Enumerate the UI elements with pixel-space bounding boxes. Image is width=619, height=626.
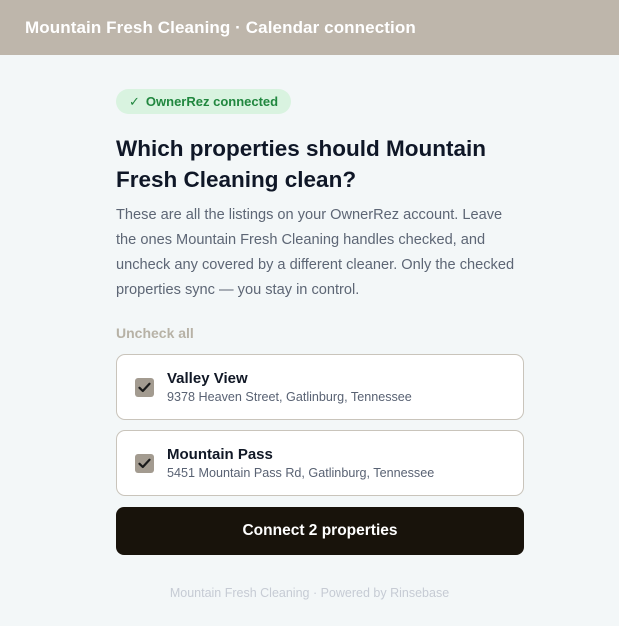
- uncheck-all-link[interactable]: Uncheck all: [116, 325, 194, 341]
- property-address: 9378 Heaven Street, Gatlinburg, Tennesse…: [167, 389, 412, 404]
- property-list: Valley View 9378 Heaven Street, Gatlinbu…: [116, 354, 524, 496]
- top-bar: Mountain Fresh Cleaning · Calendar conne…: [0, 0, 619, 55]
- property-card[interactable]: Valley View 9378 Heaven Street, Gatlinbu…: [116, 354, 524, 420]
- property-name: Mountain Pass: [167, 445, 273, 463]
- property-text: Mountain Pass 5451 Mountain Pass Rd, Gat…: [167, 445, 434, 482]
- property-card[interactable]: Mountain Pass 5451 Mountain Pass Rd, Gat…: [116, 430, 524, 496]
- check-icon: [138, 382, 151, 392]
- page-header-title: Mountain Fresh Cleaning · Calendar conne…: [25, 17, 416, 37]
- footer-text: Mountain Fresh Cleaning · Powered by Rin…: [169, 586, 450, 600]
- main-content: ✓ OwnerRez connected Which properties sh…: [116, 89, 524, 555]
- property-checkbox[interactable]: [135, 453, 154, 473]
- property-address: 5451 Mountain Pass Rd, Gatlinburg, Tenne…: [167, 465, 435, 480]
- property-name: Valley View: [167, 369, 248, 387]
- page-description: These are all the listings on your Owner…: [116, 207, 515, 298]
- connection-status-label: OwnerRez connected: [145, 94, 279, 109]
- check-icon: [138, 458, 151, 468]
- property-text: Valley View 9378 Heaven Street, Gatlinbu…: [167, 369, 412, 406]
- page-title: Which properties should Mountain Fresh C…: [116, 136, 486, 192]
- property-checkbox[interactable]: [135, 377, 154, 397]
- checkmark-icon: ✓: [129, 93, 140, 109]
- connect-properties-button[interactable]: Connect 2 properties: [116, 507, 524, 555]
- connection-status-badge: ✓ OwnerRez connected: [116, 89, 292, 114]
